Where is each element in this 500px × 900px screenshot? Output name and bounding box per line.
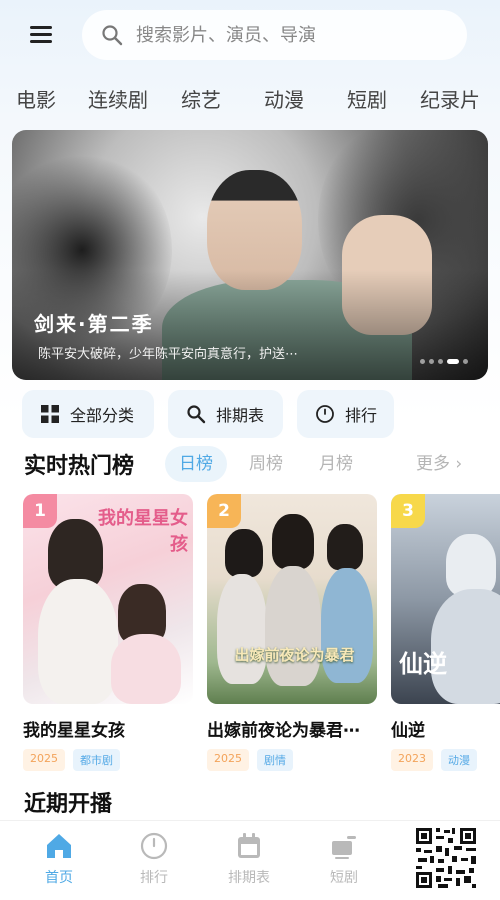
item-title: 我的星星女孩 bbox=[23, 721, 125, 741]
poster-image: 仙逆 3 bbox=[391, 494, 500, 704]
nav-schedule[interactable]: 排期表 bbox=[214, 831, 284, 887]
year-tag: 2025 bbox=[23, 749, 65, 771]
nav-home[interactable]: 首页 bbox=[24, 831, 94, 887]
more-label: 更多 bbox=[416, 454, 450, 474]
poster-title: 仙逆 bbox=[399, 650, 447, 678]
clock-icon bbox=[316, 405, 334, 423]
item-title: 出嫁前夜论为暴君⋯ bbox=[207, 721, 360, 741]
rank-badge: 1 bbox=[23, 494, 57, 528]
poster-image: 我的星星女孩 1 bbox=[23, 494, 193, 704]
clock-icon bbox=[140, 832, 168, 860]
banner-carousel[interactable]: 剑来·第二季 陈平安大破碎，少年陈平安向真意行，护送⋯ bbox=[12, 130, 488, 380]
nav-short-drama[interactable]: 短剧 bbox=[309, 831, 379, 887]
chevron-right-icon: › bbox=[455, 454, 463, 474]
category-series[interactable]: 连续剧 bbox=[88, 78, 148, 122]
carousel-dot[interactable] bbox=[438, 359, 443, 364]
genre-tag: 剧情 bbox=[257, 749, 293, 771]
year-tag: 2025 bbox=[207, 749, 249, 771]
genre-tag: 动漫 bbox=[441, 749, 477, 771]
all-categories-button[interactable]: 全部分类 bbox=[22, 390, 154, 438]
ranking-label: 排行 bbox=[345, 406, 378, 425]
app-root: 电影 连续剧 综艺 动漫 短剧 纪录片 剑来·第二季 陈平安大破碎，少年陈平安向… bbox=[0, 0, 500, 900]
year-tag: 2023 bbox=[391, 749, 433, 771]
ranking-button[interactable]: 排行 bbox=[297, 390, 394, 438]
nav-short-drama-label: 短剧 bbox=[330, 870, 358, 886]
poster-image: 出嫁前夜论为暴君 2 bbox=[207, 494, 377, 704]
nav-home-label: 首页 bbox=[45, 870, 73, 886]
more-link[interactable]: 更多 › bbox=[416, 446, 462, 482]
category-movie[interactable]: 电影 bbox=[16, 78, 56, 122]
search-icon bbox=[187, 405, 206, 424]
nav-ranking-label: 排行 bbox=[140, 870, 168, 886]
carousel-dot[interactable] bbox=[420, 359, 425, 364]
schedule-button[interactable]: 排期表 bbox=[168, 390, 283, 438]
nav-ranking[interactable]: 排行 bbox=[119, 831, 189, 887]
top-bar bbox=[0, 0, 500, 72]
poster-title: 出嫁前夜论为暴君 bbox=[234, 646, 355, 664]
carousel-indicator bbox=[420, 359, 468, 364]
item-tags: 2025 剧情 bbox=[207, 749, 377, 771]
nav-schedule-label: 排期表 bbox=[228, 870, 270, 886]
search-icon bbox=[102, 25, 123, 46]
category-short-drama[interactable]: 短剧 bbox=[347, 78, 387, 122]
carousel-dot[interactable] bbox=[463, 359, 468, 364]
short-drama-icon bbox=[332, 836, 356, 859]
category-documentary[interactable]: 纪录片 bbox=[420, 78, 480, 122]
hot-item-card[interactable]: 我的星星女孩 1 我的星星女孩 2025 都市剧 bbox=[23, 494, 193, 771]
recent-section-title: 近期开播 bbox=[24, 792, 113, 817]
banner-subtitle: 陈平安大破碎，少年陈平安向真意行，护送⋯ bbox=[38, 347, 299, 362]
poster-title: 我的星星女孩 bbox=[98, 508, 188, 555]
search-input[interactable] bbox=[136, 24, 436, 46]
calendar-icon bbox=[238, 833, 260, 858]
genre-tag: 都市剧 bbox=[73, 749, 120, 771]
item-tags: 2023 动漫 bbox=[391, 749, 500, 771]
schedule-label: 排期表 bbox=[216, 406, 265, 425]
rank-badge: 2 bbox=[207, 494, 241, 528]
banner-title: 剑来·第二季 bbox=[34, 312, 154, 336]
carousel-dot[interactable] bbox=[429, 359, 434, 364]
category-anime[interactable]: 动漫 bbox=[264, 78, 304, 122]
carousel-dot-active[interactable] bbox=[447, 359, 459, 364]
tab-monthly[interactable]: 月榜 bbox=[305, 446, 367, 482]
tab-weekly[interactable]: 周榜 bbox=[235, 446, 297, 482]
home-icon bbox=[47, 834, 71, 858]
qr-code bbox=[414, 826, 478, 890]
all-categories-label: 全部分类 bbox=[70, 406, 135, 425]
hot-list-title: 实时热门榜 bbox=[24, 454, 135, 479]
hot-item-card[interactable]: 出嫁前夜论为暴君 2 出嫁前夜论为暴君⋯ 2025 剧情 bbox=[207, 494, 377, 771]
tab-daily[interactable]: 日榜 bbox=[165, 446, 227, 482]
menu-icon[interactable] bbox=[28, 22, 56, 46]
category-tabs: 电影 连续剧 综艺 动漫 短剧 纪录片 bbox=[0, 78, 500, 122]
grid-icon bbox=[41, 405, 59, 423]
hot-item-card[interactable]: 仙逆 3 仙逆 2023 动漫 bbox=[391, 494, 500, 771]
item-tags: 2025 都市剧 bbox=[23, 749, 193, 771]
category-variety[interactable]: 综艺 bbox=[181, 78, 221, 122]
rank-badge: 3 bbox=[391, 494, 425, 528]
item-title: 仙逆 bbox=[391, 721, 425, 741]
search-bar[interactable] bbox=[82, 10, 467, 60]
